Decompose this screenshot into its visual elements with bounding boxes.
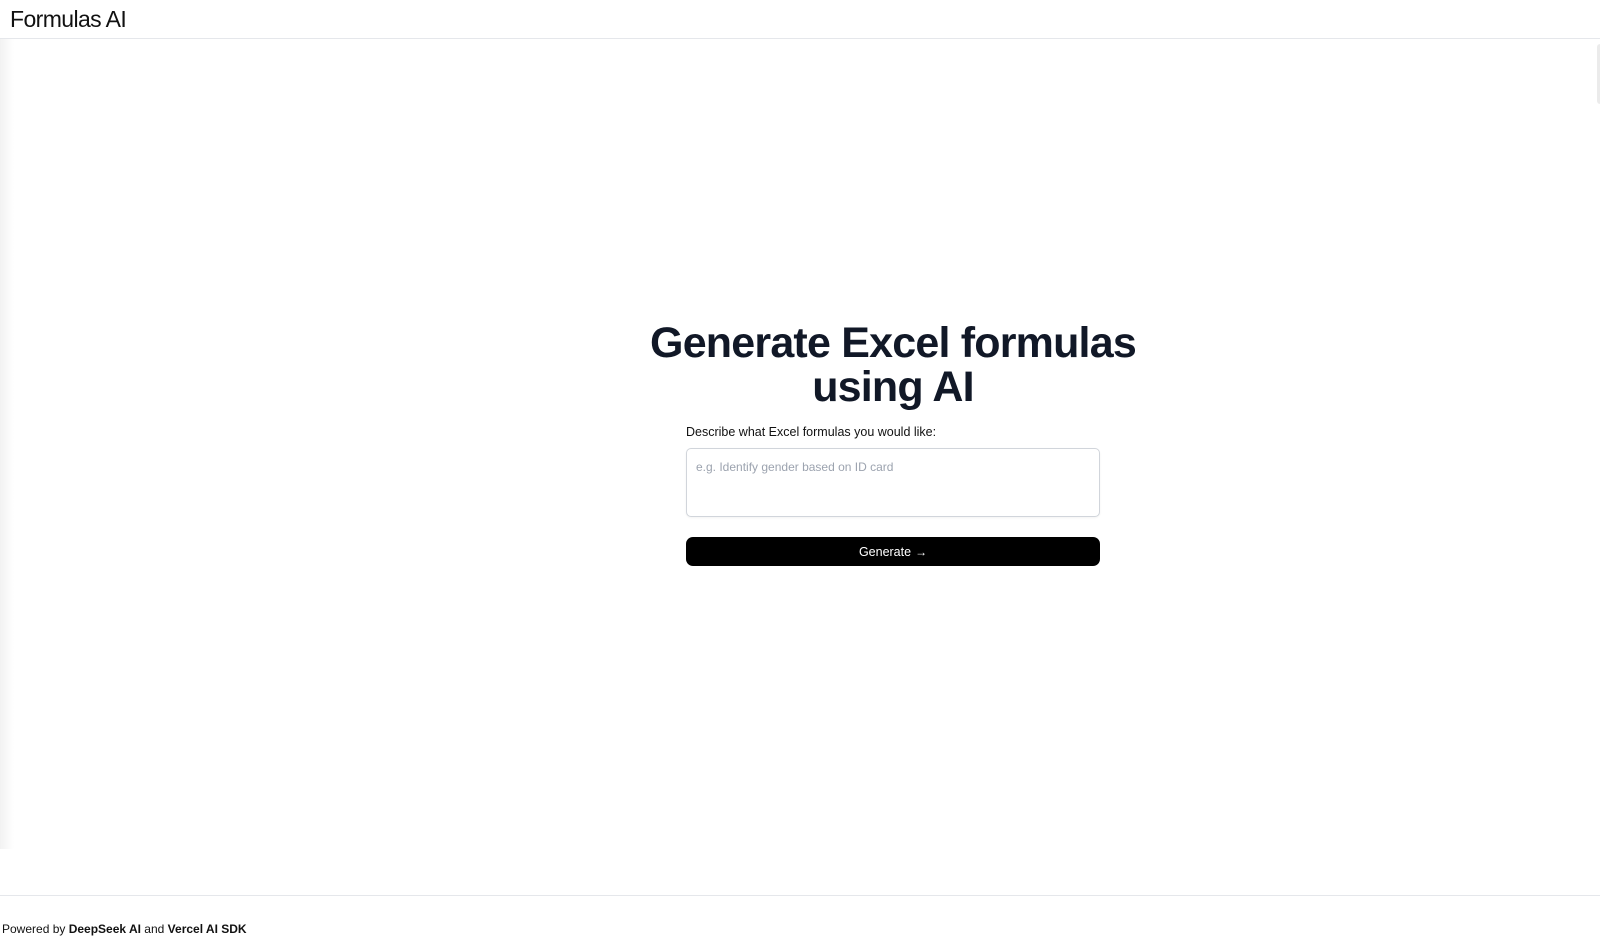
top-header: Formulas AI — [0, 0, 1600, 39]
generate-button-label: Generate — [858, 544, 912, 559]
formula-form: Describe what Excel formulas you would l… — [686, 425, 1100, 566]
prompt-textarea[interactable] — [686, 448, 1100, 517]
powered-by-prefix: Powered by — [2, 922, 69, 936]
powered-by-text: Powered by DeepSeek AI and Vercel AI SDK — [2, 922, 247, 936]
brand-logo-text[interactable]: Formulas AI — [10, 6, 127, 33]
page: Formulas AI Generate Excel formulas usin… — [0, 0, 1600, 940]
deepseek-link[interactable]: DeepSeek AI — [69, 922, 141, 936]
main-content: Generate Excel formulas using AI Describ… — [0, 39, 1600, 895]
generate-button[interactable]: Generate → — [686, 537, 1100, 566]
vercel-ai-sdk-link[interactable]: Vercel AI SDK — [168, 922, 247, 936]
prompt-label: Describe what Excel formulas you would l… — [686, 425, 937, 439]
page-title: Generate Excel formulas using AI — [650, 319, 1137, 411]
footer-conjunction: and — [140, 922, 168, 936]
footer: Powered by DeepSeek AI and Vercel AI SDK — [0, 895, 1600, 940]
arrow-right-icon: → — [915, 544, 928, 559]
